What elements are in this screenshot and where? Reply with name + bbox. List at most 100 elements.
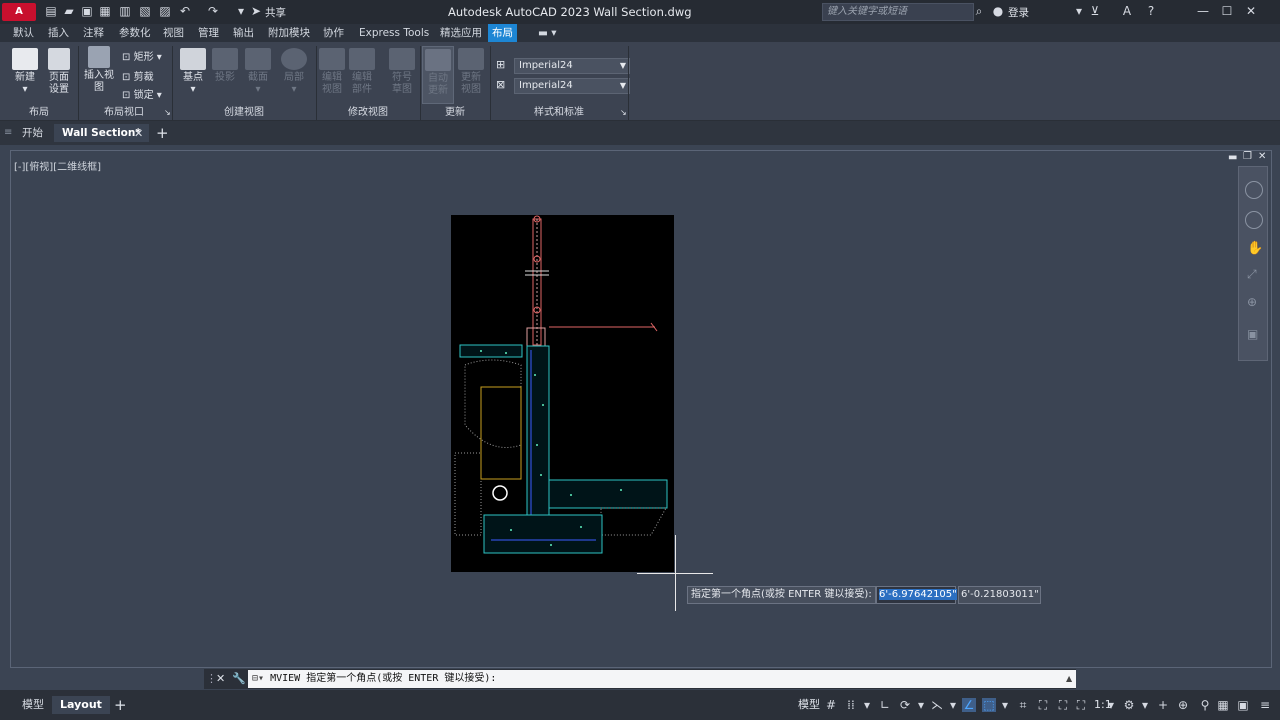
autodesk-a-icon[interactable]: A <box>1120 4 1134 18</box>
panel-title-update[interactable]: 更新 <box>420 106 490 120</box>
customize-quick-access-icon[interactable]: ▾ <box>234 4 248 18</box>
tab-output[interactable]: 输出 <box>229 24 258 42</box>
tab-default[interactable]: 默认 <box>9 24 38 42</box>
new-tab-icon[interactable]: + <box>156 124 169 142</box>
annotation-scale-icon[interactable]: ⛶ <box>1074 698 1088 712</box>
tab-collaborate[interactable]: 协作 <box>319 24 348 42</box>
plot-icon[interactable]: ▧ <box>138 4 152 18</box>
edit-view-button[interactable]: 编辑 视图 <box>318 48 346 96</box>
close-tab-icon[interactable]: ✕ <box>134 127 143 140</box>
maximize-icon[interactable]: ☐ <box>1220 4 1234 18</box>
clean-screen-icon[interactable]: ▣ <box>1236 698 1250 712</box>
customization-menu-icon[interactable]: ≡ <box>1258 698 1272 712</box>
chevron-down-icon[interactable]: ▾ <box>998 698 1012 712</box>
tab-view[interactable]: 视图 <box>159 24 188 42</box>
section-style-dropdown[interactable]: Imperial24 ▼ <box>514 78 630 94</box>
annotation-visibility-icon[interactable]: ⛶ <box>1036 698 1050 712</box>
object-snap-icon[interactable]: ⬚ <box>982 698 996 712</box>
viewport-close-icon[interactable]: ✕ <box>1258 151 1266 162</box>
viewport-label[interactable]: [-][俯视][二维线框] <box>14 158 101 173</box>
help-icon[interactable]: ? <box>1144 4 1158 18</box>
steering-wheel-icon[interactable] <box>1245 181 1263 199</box>
panel-title-layout-viewports[interactable]: 布局视口 <box>78 106 170 120</box>
lock-viewport-button[interactable]: ⊡ 锁定 ▾ <box>122 86 162 101</box>
cart-icon[interactable]: ⊻ <box>1088 4 1102 18</box>
panel-title-create-view[interactable]: 创建视图 <box>172 106 316 120</box>
tab-model[interactable]: 模型 <box>14 696 52 714</box>
close-command-line-icon[interactable]: ✕ <box>216 672 225 685</box>
object-snap-tracking-icon[interactable]: ∠ <box>962 698 976 712</box>
zoom-extents-icon[interactable]: ⤢ <box>1247 267 1257 282</box>
showmotion-icon[interactable]: ▣ <box>1247 327 1258 341</box>
plot-preview-icon[interactable]: ▨ <box>158 4 172 18</box>
search-input[interactable]: 键入关键字或短语 <box>822 3 974 21</box>
layout-sheet[interactable] <box>451 215 674 572</box>
panel-title-layout[interactable]: 布局 <box>0 106 78 120</box>
model-space-toggle[interactable]: 模型 <box>794 696 824 714</box>
dynamic-input-x[interactable]: 6'-6.97642105" <box>876 586 957 604</box>
update-view-button[interactable]: 更新 视图 <box>456 48 486 96</box>
tab-layout[interactable]: 布局 <box>488 24 517 42</box>
share-icon[interactable]: ➤ <box>249 4 263 18</box>
rectangle-viewport-button[interactable]: ⊡ 矩形 ▾ <box>122 48 162 63</box>
new-layout-button[interactable]: 新建 ▾ <box>8 48 42 96</box>
customize-wrench-icon[interactable]: 🔧 <box>232 672 246 685</box>
tab-manage[interactable]: 管理 <box>194 24 223 42</box>
annotation-autoscale-icon[interactable]: ⛶ <box>1056 698 1070 712</box>
chevron-down-icon[interactable]: ▾ <box>914 698 928 712</box>
command-expand-icon[interactable]: ▲ <box>1066 674 1072 683</box>
isodraft-icon[interactable]: ⋋ <box>930 698 944 712</box>
polar-icon[interactable]: ⟳ <box>898 698 912 712</box>
chevron-down-icon[interactable]: ▾ <box>1138 698 1152 712</box>
pan-icon[interactable]: ✋ <box>1247 241 1263 256</box>
chevron-down-icon[interactable]: ▾ <box>860 698 874 712</box>
login-label[interactable]: 登录 <box>1008 5 1029 20</box>
dialog-launcher-icon[interactable]: ↘ <box>164 108 171 117</box>
share-label[interactable]: 共享 <box>265 5 286 20</box>
tab-annotate[interactable]: 注释 <box>79 24 108 42</box>
tab-addins[interactable]: 附加模块 <box>264 24 314 42</box>
projected-view-button[interactable]: 投影 <box>211 48 239 84</box>
viewport-minimize-icon[interactable]: ▬ <box>1228 152 1237 163</box>
close-icon[interactable]: ✕ <box>1244 4 1258 18</box>
tab-layout-sheet[interactable]: Layout <box>52 696 110 714</box>
page-setup-button[interactable]: 页面 设置 <box>44 48 74 96</box>
view-style-dropdown[interactable]: Imperial24 ▼ <box>514 58 630 74</box>
command-input[interactable]: ⊟▾ MVIEW 指定第一个角点(或按 ENTER 键以接受): <box>248 670 1076 688</box>
clip-viewport-button[interactable]: ⊡ 剪裁 <box>122 68 154 83</box>
orbit-icon[interactable]: ⊕ <box>1247 295 1257 309</box>
user-icon[interactable]: ● <box>991 4 1005 18</box>
isolate-objects-icon[interactable]: ⚲ <box>1198 698 1212 712</box>
chevron-down-icon[interactable]: ▾ <box>946 698 960 712</box>
minimize-icon[interactable]: — <box>1196 4 1210 18</box>
panel-title-modify-view[interactable]: 修改视图 <box>316 106 420 120</box>
open-web-icon[interactable]: ▥ <box>118 4 132 18</box>
search-icon[interactable]: ⌕ <box>972 4 986 18</box>
redo-icon[interactable]: ↷ <box>206 4 220 18</box>
open-file-icon[interactable]: ▰ <box>62 4 76 18</box>
save-icon[interactable]: ▣ <box>80 4 94 18</box>
section-view-button[interactable]: 截面 ▾ <box>244 48 272 96</box>
selection-cycling-icon[interactable]: ⌗ <box>1016 698 1030 712</box>
dynamic-input-y[interactable]: 6'-0.21803011" <box>958 586 1041 604</box>
snap-icon[interactable]: ⁞⁞ <box>844 698 858 712</box>
edit-components-button[interactable]: 编辑 部件 <box>348 48 376 96</box>
base-view-button[interactable]: 基点 ▾ <box>178 48 208 96</box>
tab-insert[interactable]: 插入 <box>44 24 73 42</box>
detail-view-button[interactable]: 局部 ▾ <box>280 48 308 96</box>
add-plus-icon[interactable]: + <box>1156 698 1170 712</box>
hardware-acceleration-icon[interactable]: ▦ <box>1216 698 1230 712</box>
menu-icon[interactable]: ≡ <box>4 127 12 138</box>
ribbon-minimize-icon[interactable]: ▬ ▾ <box>534 24 561 42</box>
workspace-gear-icon[interactable]: ⚙ <box>1122 698 1136 712</box>
command-history-icon[interactable]: ⊟▾ <box>248 673 264 684</box>
undo-icon[interactable]: ↶ <box>178 4 192 18</box>
insert-view-button[interactable]: 插入视图 <box>80 46 118 94</box>
tab-parametric[interactable]: 参数化 <box>115 24 155 42</box>
grid-icon[interactable]: # <box>824 698 838 712</box>
chevron-down-icon[interactable]: ▾ <box>1104 698 1118 712</box>
chevron-down-icon[interactable]: ▾ <box>1072 4 1086 18</box>
add-layout-icon[interactable]: + <box>114 696 127 714</box>
ortho-icon[interactable]: ∟ <box>878 698 892 712</box>
new-file-icon[interactable]: ▤ <box>44 4 58 18</box>
